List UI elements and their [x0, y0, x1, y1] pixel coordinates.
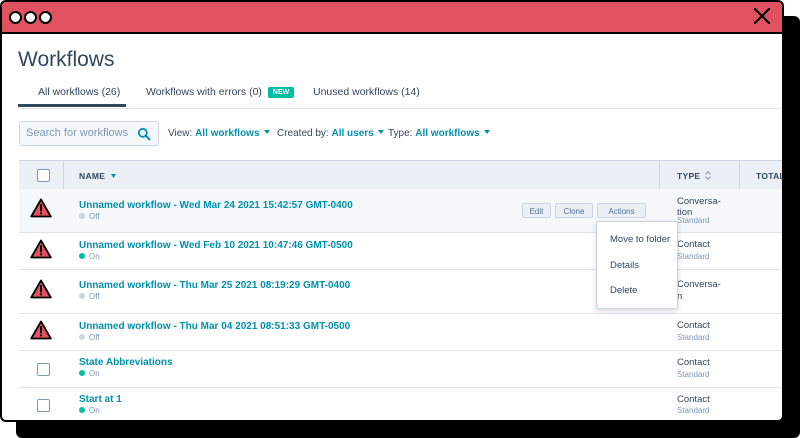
sort-icon — [705, 170, 711, 181]
select-all-checkbox[interactable] — [37, 169, 50, 182]
column-divider — [63, 161, 64, 189]
tab-all-workflows[interactable]: All workflows (26) — [38, 86, 120, 98]
workflow-status: On — [79, 252, 100, 261]
search-box — [19, 121, 159, 146]
actions-button[interactable]: Actions — [597, 203, 646, 218]
status-label: On — [89, 252, 100, 261]
table-row[interactable]: State Abbreviations On Contact Standard — [19, 351, 782, 388]
edit-button[interactable]: Edit — [522, 203, 551, 218]
status-label: On — [89, 369, 100, 378]
clone-button[interactable]: Clone — [555, 203, 593, 218]
status-label: Off — [89, 292, 100, 301]
actions-menu: Move to folder Details Delete — [596, 221, 678, 309]
tab-unused-workflows[interactable]: Unused workflows (14) — [313, 86, 420, 98]
column-header-type[interactable]: TYPE — [677, 170, 711, 181]
row-checkbox[interactable] — [37, 399, 50, 412]
status-off-dot — [79, 334, 85, 340]
view-filter-value: All workflows — [195, 128, 260, 139]
title-bar — [2, 2, 782, 34]
tab-bar: All workflows (26) Workflows with errors… — [18, 84, 782, 109]
created-by-filter-label: Created by: — [277, 128, 329, 139]
type-filter-label: Type: — [388, 128, 413, 139]
sort-desc-icon — [110, 174, 116, 178]
workflow-type-sub: Standard — [677, 333, 710, 342]
workflow-type: Conversa- tion — [677, 196, 721, 218]
search-input[interactable] — [20, 122, 142, 144]
active-tab-indicator — [18, 104, 126, 107]
workflow-type: Contact — [677, 394, 710, 405]
warning-icon — [30, 198, 52, 218]
type-filter-value: All workflows — [415, 128, 480, 139]
warning-icon — [30, 320, 52, 340]
column-type-label: TYPE — [677, 171, 701, 181]
workflow-status: Off — [79, 212, 100, 221]
chevron-down-icon — [377, 130, 384, 134]
workflow-type-sub: Standard — [677, 370, 710, 379]
menu-item-delete[interactable]: Delete — [610, 285, 637, 296]
workflow-type-sub: Standard — [677, 252, 710, 261]
page-title: Workflows — [18, 48, 115, 71]
view-filter-label: View: — [168, 128, 193, 139]
chevron-down-icon — [483, 130, 490, 134]
status-on-dot — [79, 407, 85, 413]
workflow-status: Off — [79, 292, 100, 301]
menu-item-move-to-folder[interactable]: Move to folder — [610, 234, 670, 245]
workflow-name-link[interactable]: Start at 1 — [79, 394, 122, 405]
workflow-name-link[interactable]: State Abbreviations — [79, 357, 173, 368]
status-label: Off — [89, 333, 100, 342]
table-row[interactable]: Start at 1 On Contact Standard — [19, 388, 782, 420]
column-divider — [659, 161, 660, 189]
status-label: On — [89, 406, 100, 415]
created-by-filter-value: All users — [331, 128, 374, 139]
warning-icon — [30, 279, 52, 299]
chevron-down-icon — [263, 130, 270, 134]
menu-item-details[interactable]: Details — [610, 260, 639, 271]
workflow-name-link[interactable]: Unnamed workflow - Wed Mar 24 2021 15:42… — [79, 200, 353, 211]
workflow-status: On — [79, 406, 100, 415]
column-name-label: NAME — [79, 171, 106, 181]
workflow-type-sub: Standard — [677, 406, 710, 415]
workflow-status: On — [79, 369, 100, 378]
workflow-name-link[interactable]: Unnamed workflow - Thu Mar 04 2021 08:51… — [79, 321, 350, 332]
table-header: NAME TYPE TOTAL E — [19, 160, 782, 190]
workflow-name-link[interactable]: Unnamed workflow - Thu Mar 25 2021 08:19… — [79, 280, 350, 291]
created-by-filter[interactable]: Created by: All users — [277, 128, 384, 139]
view-filter[interactable]: View: All workflows — [168, 128, 270, 139]
search-icon[interactable] — [137, 127, 151, 141]
column-header-name[interactable]: NAME — [79, 171, 117, 181]
window-dot-3[interactable] — [39, 11, 52, 24]
column-header-total[interactable]: TOTAL E — [756, 171, 782, 181]
table-row[interactable]: Unnamed workflow - Thu Mar 04 2021 08:51… — [19, 314, 782, 351]
workflow-name-link[interactable]: Unnamed workflow - Wed Feb 10 2021 10:47… — [79, 240, 353, 251]
workflow-type: Contact — [677, 320, 710, 331]
window-dot-2[interactable] — [24, 11, 37, 24]
workflow-status: Off — [79, 333, 100, 342]
tab-errors-label: Workflows with errors (0) — [146, 86, 262, 98]
status-on-dot — [79, 253, 85, 259]
type-filter[interactable]: Type: All workflows — [388, 128, 490, 139]
workflow-type-sub: Standard — [677, 216, 710, 225]
workflow-type: Conversa- — [677, 279, 721, 290]
status-off-dot — [79, 293, 85, 299]
warning-icon — [30, 239, 52, 259]
close-icon[interactable] — [752, 6, 772, 26]
window-dot-1[interactable] — [9, 11, 22, 24]
status-off-dot — [79, 213, 85, 219]
status-on-dot — [79, 370, 85, 376]
workflow-type: Contact — [677, 357, 710, 368]
tab-workflows-with-errors[interactable]: Workflows with errors (0) NEW — [146, 86, 295, 98]
column-divider — [739, 161, 740, 189]
app-window: Workflows All workflows (26) Workflows w… — [0, 0, 784, 422]
workflow-type: Contact — [677, 239, 710, 250]
new-badge: NEW — [267, 87, 295, 98]
status-label: Off — [89, 212, 100, 221]
row-checkbox[interactable] — [37, 363, 50, 376]
